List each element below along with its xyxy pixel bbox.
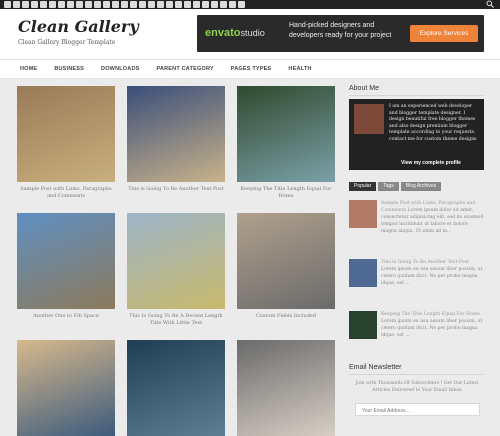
tab-tags[interactable]: Tags [378, 182, 399, 191]
post-title[interactable]: Custom Fields Included [237, 313, 335, 320]
post-thumbnail[interactable] [237, 340, 335, 436]
stack-overflow-icon[interactable] [193, 1, 200, 8]
spotify-icon[interactable] [220, 1, 227, 8]
youtube-icon[interactable] [49, 1, 56, 8]
post-thumbnail[interactable] [17, 340, 115, 436]
pinterest-icon[interactable] [67, 1, 74, 8]
post-card[interactable] [17, 340, 115, 436]
popular-post-thumbnail[interactable] [349, 200, 377, 228]
nav-item-parent-category[interactable]: PARENT CATEGORY [157, 60, 214, 78]
ad-text: Hand-picked designers and developers rea… [289, 22, 392, 39]
post-card[interactable]: Custom Fields Included [237, 213, 335, 320]
wordpress-icon[interactable] [202, 1, 209, 8]
tab-blog-archives[interactable]: Blog Archives [400, 182, 442, 191]
divider [349, 374, 484, 375]
explore-services-button[interactable]: Explore Services [410, 25, 478, 42]
about-me-heading: About Me [349, 85, 379, 92]
post-title[interactable]: This is Going To Be Another Text Post [127, 186, 225, 193]
facebook-icon[interactable] [13, 1, 20, 8]
popular-post-thumbnail[interactable] [349, 311, 377, 339]
main-nav: HOME BUSINESS DOWNLOADS PARENT CATEGORY … [0, 59, 500, 79]
header-ad-banner[interactable]: envatostudio Hand-picked designers and d… [197, 15, 484, 52]
post-card[interactable]: This is Going To Be Another Text Post [127, 86, 225, 193]
flickr-icon[interactable] [85, 1, 92, 8]
email-icon[interactable] [238, 1, 245, 8]
post-title[interactable]: Keeping The Title Length Equal For Home [237, 186, 335, 200]
post-thumbnail[interactable] [127, 340, 225, 436]
tab-popular[interactable]: Popular [349, 182, 377, 191]
post-title[interactable]: This Is Going To Be A Decent Length Titl… [127, 313, 225, 327]
twitter-icon[interactable] [4, 1, 11, 8]
post-card[interactable]: Keeping The Title Length Equal For Home [237, 86, 335, 200]
site-tagline: Clean Gallery Blogger Template [18, 39, 116, 46]
newsletter-text: Join with Thousands Of Subscribers ! Get… [355, 381, 479, 393]
ad-brand: envatostudio [205, 27, 265, 39]
xing-icon[interactable] [211, 1, 218, 8]
author-avatar [354, 104, 384, 134]
nav-item-home[interactable]: HOME [20, 60, 37, 78]
post-thumbnail[interactable] [237, 86, 335, 182]
vk-icon[interactable] [148, 1, 155, 8]
instagram-icon[interactable] [58, 1, 65, 8]
behance-icon[interactable] [112, 1, 119, 8]
view-profile-link[interactable]: View my complete profile [401, 160, 461, 166]
popular-post-item[interactable]: Keeping The Title Length Equal For Home … [349, 311, 484, 341]
post-card[interactable] [237, 340, 335, 436]
popular-post-excerpt: Lorem ipsum eu usu assum liber possim, u… [381, 319, 483, 338]
post-card[interactable]: Sample Post with Links, Paragraphs and C… [17, 86, 115, 200]
post-thumbnail[interactable] [237, 213, 335, 309]
dribbble-icon[interactable] [103, 1, 110, 8]
email-input[interactable] [355, 403, 480, 416]
post-thumbnail[interactable] [127, 213, 225, 309]
digg-icon[interactable] [184, 1, 191, 8]
popular-post-thumbnail[interactable] [349, 259, 377, 287]
google-plus-icon[interactable] [22, 1, 29, 8]
nav-item-business[interactable]: BUSINESS [54, 60, 84, 78]
tumblr-icon[interactable] [76, 1, 83, 8]
nav-item-health[interactable]: HEALTH [288, 60, 311, 78]
post-card[interactable]: This Is Going To Be A Decent Length Titl… [127, 213, 225, 327]
top-bar [0, 0, 500, 9]
popular-post-item[interactable]: Sample Post with Links, Paragraphs and C… [349, 200, 484, 234]
post-card[interactable] [127, 340, 225, 436]
vimeo-icon[interactable] [94, 1, 101, 8]
about-me-box: I am an experienced web developer and bl… [349, 99, 484, 170]
skype-icon[interactable] [139, 1, 146, 8]
stumbleupon-icon[interactable] [166, 1, 173, 8]
newsletter-heading: Email Newsletter [349, 364, 402, 371]
nav-item-downloads[interactable]: DOWNLOADS [101, 60, 139, 78]
social-icons [4, 0, 245, 9]
popular-post-excerpt: Lorem ipsum eu usu assum liber possim, u… [381, 267, 483, 286]
delicious-icon[interactable] [175, 1, 182, 8]
sidebar-tabs: Popular Tags Blog Archives [349, 182, 442, 191]
site-header: Clean Gallery Clean Gallery Blogger Temp… [0, 9, 500, 59]
post-thumbnail[interactable] [17, 213, 115, 309]
linkedin-icon[interactable] [40, 1, 47, 8]
soundcloud-icon[interactable] [130, 1, 137, 8]
popular-post-item[interactable]: This is Going To Be Another Text Post Lo… [349, 259, 484, 289]
reddit-icon[interactable] [157, 1, 164, 8]
post-card[interactable]: Another One to Fill Space [17, 213, 115, 320]
post-title[interactable]: Sample Post with Links, Paragraphs and C… [17, 186, 115, 200]
post-thumbnail[interactable] [127, 86, 225, 182]
popular-post-title[interactable]: This is Going To Be Another Text Post [381, 260, 469, 265]
divider [349, 95, 484, 96]
popular-post-title[interactable]: Keeping The Title Length Equal For Home [381, 312, 480, 317]
github-icon[interactable] [121, 1, 128, 8]
nav-item-pages-types[interactable]: PAGES TYPES [231, 60, 272, 78]
weibo-icon[interactable] [229, 1, 236, 8]
site-logo[interactable]: Clean Gallery [18, 17, 139, 36]
about-text: I am an experienced web developer and bl… [389, 104, 477, 142]
post-thumbnail[interactable] [17, 86, 115, 182]
rss-icon[interactable] [31, 1, 38, 8]
search-icon[interactable] [486, 0, 494, 8]
post-title[interactable]: Another One to Fill Space [17, 313, 115, 320]
